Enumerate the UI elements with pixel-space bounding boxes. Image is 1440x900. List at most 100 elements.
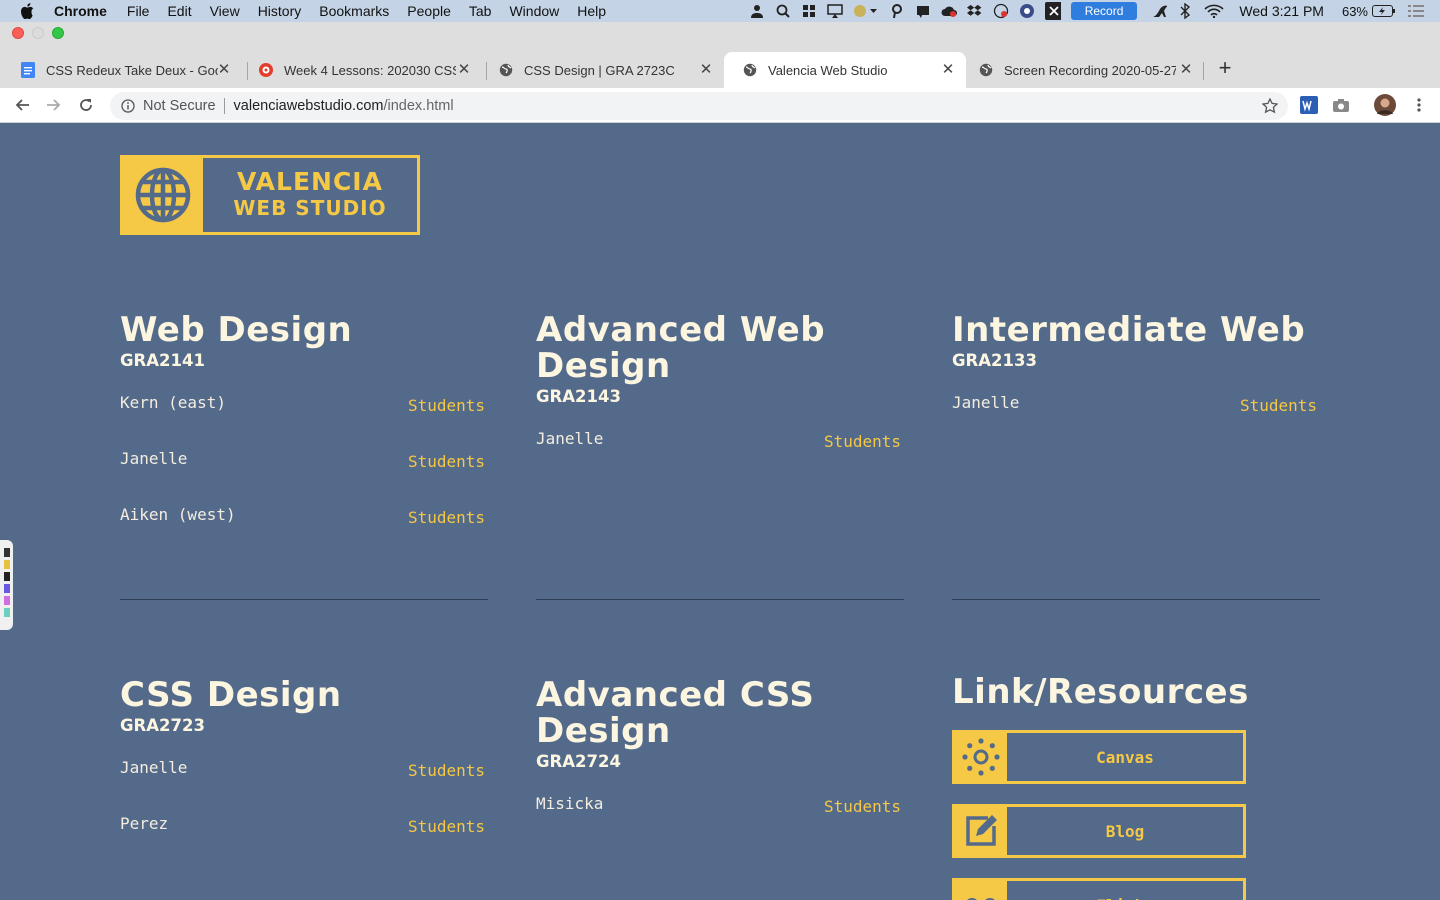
close-tab-icon[interactable]: ✕ — [940, 62, 956, 78]
close-tab-icon[interactable]: ✕ — [1178, 62, 1194, 78]
new-tab-button[interactable]: + — [1215, 57, 1235, 79]
apple-menu-icon[interactable] — [20, 3, 38, 19]
tab-week4-lessons[interactable]: Week 4 Lessons: 202030 CSS ✕ — [240, 52, 482, 88]
search-icon[interactable] — [775, 3, 791, 19]
menu-tab[interactable]: Tab — [469, 0, 492, 22]
students-link[interactable]: Students — [824, 432, 901, 451]
course-sections: Kern (east) Students Janelle Students Ai… — [120, 384, 488, 552]
bookmark-star-icon[interactable] — [1261, 97, 1279, 114]
students-link[interactable]: Students — [1240, 396, 1317, 415]
globe-icon — [123, 158, 203, 232]
profile-avatar[interactable] — [1374, 94, 1396, 116]
course-sections: Misicka Students — [536, 785, 904, 841]
vpn-icon[interactable] — [1019, 3, 1035, 19]
menu-window[interactable]: Window — [509, 0, 559, 22]
section-row: Kern (east) Students — [120, 384, 488, 440]
minimize-window-button[interactable] — [32, 27, 44, 39]
activity-icon[interactable] — [993, 3, 1009, 19]
flickr-link-button[interactable]: Flickr — [952, 878, 1246, 900]
battery-indicator[interactable]: 63% — [1342, 4, 1396, 19]
tab-css-redeux[interactable]: CSS Redeux Take Deux - Goog ✕ — [2, 52, 242, 88]
pen-color-swatch[interactable] — [3, 608, 10, 617]
notification-icon[interactable] — [915, 3, 931, 19]
close-tab-icon[interactable]: ✕ — [216, 62, 232, 78]
blog-link-button[interactable]: Blog — [952, 804, 1246, 858]
tab-label: Screen Recording 2020-05-27 — [1004, 62, 1176, 78]
address-bar[interactable]: Not Secure valenciawebstudio.com/index.h… — [110, 92, 1288, 120]
resources-heading: Link/Resources — [952, 672, 1249, 712]
menu-edit[interactable]: Edit — [167, 0, 191, 22]
pen-color-swatch[interactable] — [3, 548, 10, 557]
students-link[interactable]: Students — [824, 797, 901, 816]
instructor-name: Aiken (west) — [120, 505, 236, 524]
canvas-link-button[interactable]: Canvas — [952, 730, 1246, 784]
students-link[interactable]: Students — [408, 761, 485, 780]
course-advanced-web-design: Advanced Web Design GRA2143 Janelle Stud… — [536, 312, 904, 476]
close-window-button[interactable] — [12, 27, 24, 39]
google-docs-icon — [20, 62, 36, 78]
divider-line — [952, 599, 1320, 600]
students-link[interactable]: Students — [408, 508, 485, 527]
course-css-design: CSS Design GRA2723 Janelle Students Pere… — [120, 677, 488, 861]
annotation-pen-palette[interactable] — [0, 540, 13, 630]
tab-css-design[interactable]: CSS Design | GRA 2723C ✕ — [480, 52, 724, 88]
kangaroo-icon[interactable] — [1151, 3, 1168, 19]
close-tab-icon[interactable]: ✕ — [698, 62, 714, 78]
tab-screen-recording[interactable]: Screen Recording 2020-05-27 ✕ — [960, 52, 1204, 88]
status-dot-icon[interactable] — [853, 3, 879, 19]
course-code: GRA2724 — [536, 752, 621, 771]
app-grid-icon[interactable] — [801, 3, 817, 19]
back-icon[interactable] — [12, 95, 32, 115]
creative-cloud-icon[interactable] — [941, 3, 957, 19]
camera-extension-icon[interactable] — [1332, 96, 1350, 114]
pen-color-swatch[interactable] — [3, 584, 10, 593]
status-area: Record Wed 3:21 PM 63% — [749, 0, 1440, 22]
menu-help[interactable]: Help — [577, 0, 606, 22]
students-link[interactable]: Students — [408, 452, 485, 471]
menu-app-name[interactable]: Chrome — [54, 0, 107, 22]
user-icon[interactable] — [749, 3, 765, 19]
students-link[interactable]: Students — [408, 817, 485, 836]
pen-color-swatch[interactable] — [3, 560, 10, 569]
pen-color-swatch[interactable] — [3, 572, 10, 581]
menu-view[interactable]: View — [210, 0, 240, 22]
course-advanced-css-design: Advanced CSS Design GRA2724 Misicka Stud… — [536, 677, 904, 841]
address-divider — [223, 98, 225, 114]
site-logo[interactable]: VALENCIA WEB STUDIO — [120, 155, 420, 235]
edit-icon — [955, 807, 1007, 855]
menu-file[interactable]: File — [127, 0, 150, 22]
clock-text[interactable]: Wed 3:21 PM — [1239, 3, 1324, 19]
pen-color-swatch[interactable] — [3, 596, 10, 605]
dropbox-icon[interactable] — [966, 3, 983, 19]
tab-valencia-web-studio[interactable]: Valencia Web Studio ✕ — [724, 52, 966, 88]
course-title: CSS Design — [120, 675, 342, 715]
chrome-menu-icon[interactable] — [1410, 96, 1428, 114]
forward-icon[interactable] — [44, 95, 64, 115]
record-button[interactable]: Record — [1070, 2, 1138, 20]
airplay-icon[interactable] — [826, 3, 843, 19]
section-row: Misicka Students — [536, 785, 904, 841]
menu-bookmarks[interactable]: Bookmarks — [319, 0, 389, 22]
info-icon[interactable] — [120, 98, 136, 114]
menu-history[interactable]: History — [258, 0, 302, 22]
url-path: /index.html — [383, 98, 454, 114]
close-app-icon[interactable] — [1044, 2, 1061, 20]
close-tab-icon[interactable]: ✕ — [456, 62, 472, 78]
pin-icon[interactable] — [889, 3, 905, 19]
course-sections: Janelle Students — [536, 420, 904, 476]
resource-label: Flickr — [1007, 881, 1243, 900]
reload-icon[interactable] — [76, 95, 96, 115]
zoom-window-button[interactable] — [52, 27, 64, 39]
students-link[interactable]: Students — [408, 396, 485, 415]
notification-center-icon[interactable] — [1408, 3, 1424, 19]
instructor-name: Kern (east) — [120, 393, 226, 412]
divider-line — [120, 599, 488, 600]
word-extension-icon[interactable] — [1300, 96, 1318, 114]
wifi-icon[interactable] — [1203, 3, 1225, 19]
security-label[interactable]: Not Secure — [143, 98, 216, 114]
course-code: GRA2141 — [120, 351, 205, 370]
instructor-name: Janelle — [120, 758, 188, 777]
canvas-logo-icon — [955, 733, 1007, 781]
bluetooth-icon[interactable] — [1177, 3, 1193, 19]
menu-people[interactable]: People — [407, 0, 451, 22]
